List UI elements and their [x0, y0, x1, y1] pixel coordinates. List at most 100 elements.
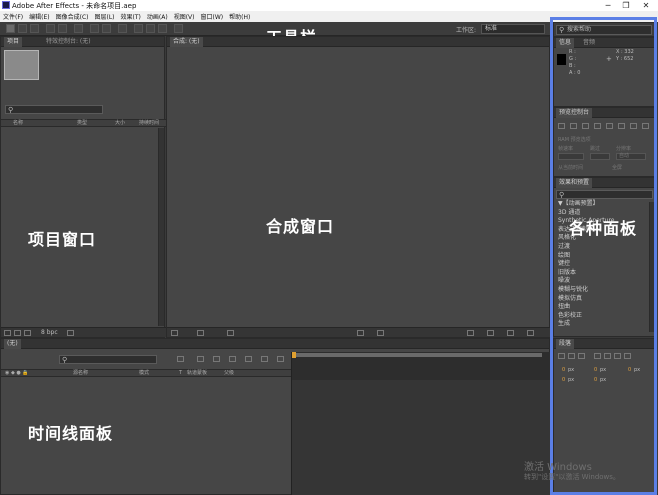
menu-layer[interactable]: 图层(L) — [92, 12, 118, 21]
frame-rate-select[interactable] — [558, 153, 584, 160]
maximize-button[interactable]: ❐ — [617, 0, 635, 11]
puppet-tool-icon[interactable] — [174, 24, 183, 33]
search-help-input[interactable]: ⚲ 搜索帮助 — [556, 25, 652, 35]
clone-tool-icon[interactable] — [146, 24, 155, 33]
column-track-matte[interactable]: 轨道蒙板 — [187, 370, 207, 377]
align-right-icon[interactable] — [578, 353, 585, 359]
snapshot-icon[interactable] — [227, 330, 234, 336]
magnification-icon[interactable] — [171, 330, 178, 336]
brush-tool-icon[interactable] — [134, 24, 143, 33]
close-button[interactable]: ✕ — [637, 0, 655, 11]
menu-animation[interactable]: 动画(A) — [144, 12, 171, 21]
indent-first-value[interactable]: 0 — [628, 367, 631, 373]
workspace-select[interactable]: 标准 — [481, 24, 545, 34]
space-after-value[interactable]: 0 — [594, 377, 597, 383]
zoom-tool-icon[interactable] — [30, 24, 39, 33]
justify-right-icon[interactable] — [614, 353, 621, 359]
effects-search-input[interactable]: ⚲ — [556, 190, 653, 199]
column-source-name[interactable]: 源名称 — [73, 370, 88, 377]
last-frame-icon[interactable] — [606, 123, 613, 129]
views-layout-icon[interactable] — [487, 330, 494, 336]
column-parent[interactable]: 父级 — [224, 370, 234, 377]
next-frame-icon[interactable] — [594, 123, 601, 129]
selection-tool-icon[interactable] — [6, 24, 15, 33]
fullscreen-checkbox[interactable]: 全屏 — [612, 164, 622, 171]
grid-icon[interactable] — [197, 330, 204, 336]
graph-editor-icon[interactable] — [277, 356, 284, 362]
column-t[interactable]: T — [179, 370, 182, 377]
effect-item-transition[interactable]: 过渡 — [558, 243, 650, 252]
camera-tool-icon[interactable] — [58, 24, 67, 33]
column-mode[interactable]: 模式 — [139, 370, 149, 377]
tab-timeline[interactable]: (无) — [4, 339, 21, 349]
new-folder-icon[interactable] — [14, 330, 21, 336]
menu-effect[interactable]: 效果(T) — [118, 12, 144, 21]
tab-effect-controls[interactable]: 特效控制台: (无) — [43, 37, 94, 47]
interpret-footage-icon[interactable] — [4, 330, 11, 336]
effect-item-blur-sharpen[interactable]: 模糊与锐化 — [558, 286, 650, 295]
align-left-icon[interactable] — [558, 353, 565, 359]
pan-behind-tool-icon[interactable] — [74, 24, 83, 33]
tab-composition[interactable]: 合成: (无) — [170, 37, 203, 47]
align-center-icon[interactable] — [568, 353, 575, 359]
effect-item-color-correction[interactable]: 色彩校正 — [558, 312, 650, 321]
justify-all-icon[interactable] — [624, 353, 631, 359]
column-duration[interactable]: 持续时间 — [139, 120, 159, 127]
frame-blending-icon[interactable] — [245, 356, 252, 362]
prev-frame-icon[interactable] — [570, 123, 577, 129]
effect-item-presets[interactable]: ▼【动画预置】 — [558, 200, 650, 209]
comp-mini-flowchart-icon[interactable] — [177, 356, 184, 362]
effect-item-obsolete[interactable]: 旧版本 — [558, 269, 650, 278]
work-area-bar[interactable] — [292, 353, 542, 357]
menu-help[interactable]: 帮助(H) — [226, 12, 253, 21]
delete-icon[interactable] — [67, 330, 74, 336]
camera-view-icon[interactable] — [467, 330, 474, 336]
time-ruler[interactable] — [291, 352, 551, 380]
bpc-label[interactable]: 8 bpc — [41, 329, 58, 336]
minimize-button[interactable]: ─ — [599, 0, 617, 11]
menu-file[interactable]: 文件(F) — [0, 12, 26, 21]
project-scrollbar[interactable] — [158, 128, 164, 326]
timeline-toggle-icon[interactable] — [527, 330, 534, 336]
hand-tool-icon[interactable] — [18, 24, 27, 33]
effect-item-noise[interactable]: 噪波 — [558, 277, 650, 286]
new-composition-icon[interactable] — [24, 330, 31, 336]
text-tool-icon[interactable] — [118, 24, 127, 33]
tab-info[interactable]: 信息 — [556, 38, 575, 48]
timeline-track-area[interactable] — [291, 380, 551, 495]
space-before-value[interactable]: 0 — [562, 377, 565, 383]
tab-preview[interactable]: 预览控制台 — [556, 108, 593, 118]
fast-preview-icon[interactable] — [507, 330, 514, 336]
effect-item-generate[interactable]: 生成 — [558, 320, 650, 329]
column-size[interactable]: 大小 — [115, 120, 125, 127]
indent-left-value[interactable]: 0 — [562, 367, 565, 373]
tab-audio[interactable]: 音频 — [580, 38, 598, 48]
audio-icon[interactable] — [618, 123, 625, 129]
first-frame-icon[interactable] — [558, 123, 565, 129]
effect-item-simulation[interactable]: 模拟仿真 — [558, 295, 650, 304]
indent-right-value[interactable]: 0 — [594, 367, 597, 373]
draft-3d-icon[interactable] — [213, 356, 220, 362]
rotate-tool-icon[interactable] — [46, 24, 55, 33]
ram-preview-icon[interactable] — [642, 123, 649, 129]
effect-item-keying[interactable]: 键控 — [558, 260, 650, 269]
timeline-search-input[interactable]: ⚲ — [59, 355, 157, 364]
transparency-grid-icon[interactable] — [377, 330, 384, 336]
menu-window[interactable]: 窗口(W) — [197, 12, 226, 21]
menu-composition[interactable]: 图像合成(C) — [53, 12, 92, 21]
resolution-select[interactable]: 自动 — [616, 153, 646, 160]
tab-effects-presets[interactable]: 效果和预置 — [556, 178, 593, 188]
work-area-start-handle[interactable] — [292, 352, 296, 358]
eraser-tool-icon[interactable] — [158, 24, 167, 33]
tab-paragraph[interactable]: 段落 — [556, 339, 575, 349]
column-type[interactable]: 类型 — [77, 120, 87, 127]
live-update-icon[interactable] — [197, 356, 204, 362]
region-icon[interactable] — [357, 330, 364, 336]
tab-project[interactable]: 项目 — [4, 37, 23, 47]
pen-tool-icon[interactable] — [102, 24, 111, 33]
project-search-input[interactable]: ⚲ — [5, 105, 103, 114]
justify-center-icon[interactable] — [604, 353, 611, 359]
motion-blur-icon[interactable] — [261, 356, 268, 362]
effect-item-paint[interactable]: 绘图 — [558, 252, 650, 261]
skip-select[interactable] — [590, 153, 610, 160]
